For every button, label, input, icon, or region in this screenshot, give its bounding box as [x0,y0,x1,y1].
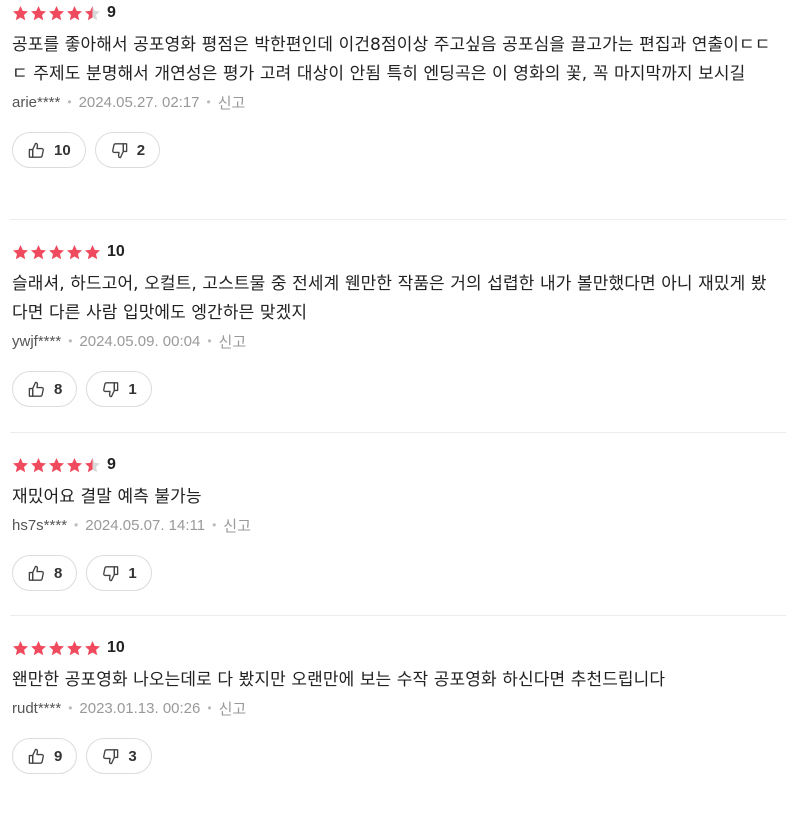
like-button[interactable]: 8 [12,555,78,591]
thumbs-down-icon [101,564,120,583]
like-button[interactable]: 8 [12,371,78,407]
thumbs-down-icon [101,380,120,399]
separator-dot: • [207,701,212,715]
review-item: 10 왠만한 공포영화 나오는데로 다 봤지만 오랜만에 보는 수작 공포영화 … [0,638,796,774]
rating-score: 9 [107,4,116,21]
divider [10,219,786,220]
review-text: 왠만한 공포영화 나오는데로 다 봤지만 오랜만에 보는 수작 공포영화 하신다… [12,670,666,690]
dislike-count: 3 [128,747,137,765]
report-link[interactable]: 신고 [219,698,247,719]
separator-dot: • [74,518,79,532]
dislike-count: 1 [128,380,137,398]
review-date: 2024.05.27. 02:17 [78,93,200,111]
separator-dot: • [68,701,73,715]
vote-buttons: 10 2 [12,132,786,168]
thumbs-down-icon [110,141,129,160]
review-author: arie**** [12,93,61,111]
star-icon [12,457,29,474]
like-button[interactable]: 10 [12,132,86,168]
rating: 10 [12,638,786,658]
star-icon [30,244,47,261]
review-meta: ywjf**** • 2024.05.09. 00:04 • 신고 [12,330,786,352]
star-icon [30,457,47,474]
review-item: 10 슬래셔, 하드고어, 오컬트, 고스트물 중 전세계 웬만한 작품은 거의… [0,242,796,407]
star-icon [66,244,83,261]
separator-dot: • [67,95,72,109]
like-count: 8 [54,380,63,398]
dislike-count: 1 [128,564,137,582]
rating-score: 10 [107,639,125,656]
review-date: 2024.05.09. 00:04 [79,332,201,350]
review-text: 공포를 좋아해서 공포영화 평점은 박한편인데 이건8점이상 주고싶음 공포심을… [12,35,771,84]
thumbs-down-icon [101,747,120,766]
review-author: hs7s**** [12,516,68,534]
rating: 9 [12,3,786,23]
star-icon [84,244,101,261]
star-icon [48,457,65,474]
dislike-button[interactable]: 1 [86,371,152,407]
rating: 10 [12,242,786,262]
thumbs-up-icon [27,380,46,399]
thumbs-up-icon [27,564,46,583]
vote-buttons: 8 1 [12,371,786,407]
vote-buttons: 9 3 [12,738,786,774]
review-author: ywjf**** [12,332,62,350]
report-link[interactable]: 신고 [219,331,247,352]
thumbs-up-icon [27,141,46,160]
star-icon [48,5,65,22]
separator-dot: • [207,334,212,348]
star-icon [30,640,47,657]
star-rating [12,244,101,261]
separator-dot: • [212,518,217,532]
divider [10,615,786,616]
review-item: 9 공포를 좋아해서 공포영화 평점은 박한편인데 이건8점이상 주고싶음 공포… [0,3,796,168]
rating-score: 9 [107,456,116,473]
star-icon [84,640,101,657]
like-count: 8 [54,564,63,582]
separator-dot: • [206,95,211,109]
star-icon [12,5,29,22]
report-link[interactable]: 신고 [218,92,246,113]
review-meta: arie**** • 2024.05.27. 02:17 • 신고 [12,91,786,113]
star-icon [84,457,101,474]
review-meta: rudt**** • 2023.01.13. 00:26 • 신고 [12,697,786,719]
star-icon [30,5,47,22]
review-author: rudt**** [12,699,62,717]
like-count: 10 [54,141,71,159]
star-rating [12,5,101,22]
review-text: 재밌어요 결말 예측 불가능 [12,487,202,507]
review-list: 9 공포를 좋아해서 공포영화 평점은 박한편인데 이건8점이상 주고싶음 공포… [0,0,796,815]
star-icon [12,640,29,657]
star-icon [66,640,83,657]
separator-dot: • [68,334,73,348]
rating: 9 [12,455,786,475]
review-text: 슬래셔, 하드고어, 오컬트, 고스트물 중 전세계 웬만한 작품은 거의 섭렵… [12,274,767,323]
star-icon [66,5,83,22]
dislike-button[interactable]: 3 [86,738,152,774]
review-date: 2024.05.07. 14:11 [85,516,206,534]
thumbs-up-icon [27,747,46,766]
dislike-button[interactable]: 2 [94,132,161,168]
review-item: 9 재밌어요 결말 예측 불가능 hs7s**** • 2024.05.07. … [0,455,796,591]
star-rating [12,640,101,657]
star-icon [48,640,65,657]
like-button[interactable]: 9 [12,738,78,774]
star-icon [12,244,29,261]
rating-score: 10 [107,243,125,260]
divider [10,432,786,433]
review-meta: hs7s**** • 2024.05.07. 14:11 • 신고 [12,514,786,536]
dislike-button[interactable]: 1 [86,555,152,591]
star-icon [84,5,101,22]
report-link[interactable]: 신고 [223,515,251,536]
star-icon [66,457,83,474]
star-icon [48,244,65,261]
vote-buttons: 8 1 [12,555,786,591]
review-date: 2023.01.13. 00:26 [79,699,201,717]
like-count: 9 [54,747,63,765]
dislike-count: 2 [136,141,146,159]
star-rating [12,457,101,474]
